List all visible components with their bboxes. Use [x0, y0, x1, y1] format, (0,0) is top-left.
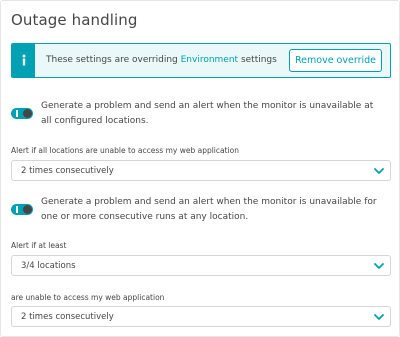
remove-override-button[interactable]: Remove override [289, 49, 382, 72]
all-locations-toggle[interactable] [11, 108, 33, 119]
consecutive-runs-toggle-label: Generate a problem and send an alert whe… [41, 197, 377, 222]
alert-at-least-field-label: Alert if at least [11, 241, 67, 250]
banner-message: These settings are overriding Environmen… [46, 55, 277, 65]
chevron-down-icon [374, 314, 384, 320]
unable-access-select[interactable]: 2 times consecutively [11, 306, 391, 327]
section-title: Outage handling [11, 11, 138, 29]
environment-link[interactable]: Environment [181, 55, 238, 65]
select-value: 2 times consecutively [21, 166, 114, 176]
select-value: 2 times consecutively [21, 312, 114, 322]
toggle-knob [23, 109, 32, 118]
outage-handling-panel: Outage handling These settings are overr… [0, 0, 400, 337]
toggle-on-mark [16, 110, 18, 117]
override-banner: These settings are overriding Environmen… [11, 43, 391, 78]
banner-text-before: These settings are overriding [46, 55, 181, 65]
all-locations-toggle-label: Generate a problem and send an alert whe… [41, 101, 374, 126]
banner-icon-box [12, 44, 35, 77]
consecutive-runs-toggle[interactable] [11, 204, 33, 215]
all-locations-field-label: Alert if all locations are unable to acc… [11, 146, 239, 155]
select-value: 3/4 locations [21, 261, 76, 271]
toggle-knob [23, 205, 32, 214]
info-icon [22, 54, 26, 66]
chevron-down-icon [374, 263, 384, 269]
toggle-on-mark [16, 206, 18, 213]
all-locations-select[interactable]: 2 times consecutively [11, 160, 391, 181]
unable-access-field-label: are unable to access my web application [11, 293, 165, 302]
chevron-down-icon [374, 168, 384, 174]
banner-text-after: settings [238, 55, 277, 65]
alert-at-least-select[interactable]: 3/4 locations [11, 255, 391, 276]
